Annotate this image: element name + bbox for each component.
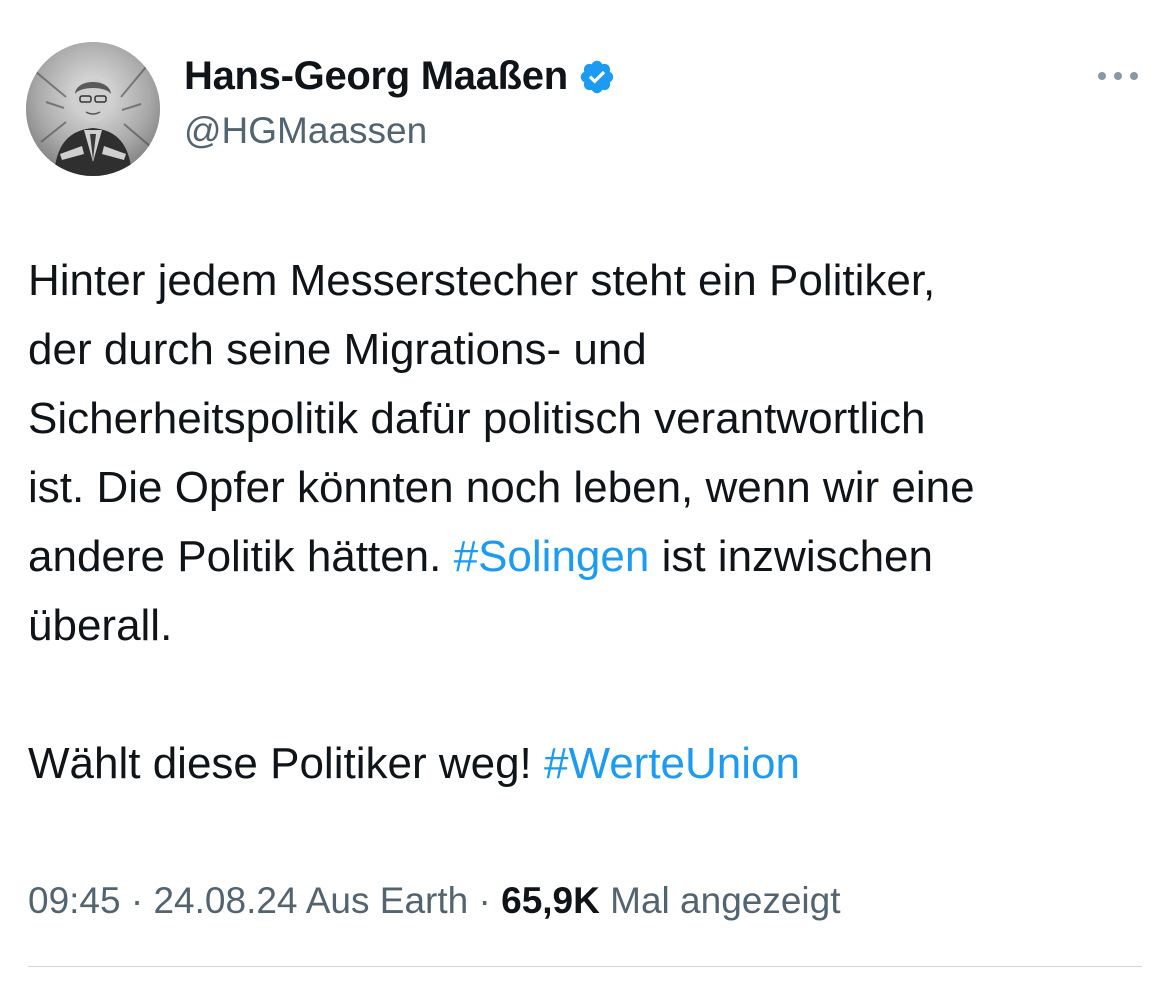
- more-options-button[interactable]: [1090, 58, 1146, 94]
- divider: [28, 966, 1142, 967]
- tweet-source: Aus Earth: [297, 880, 469, 921]
- tweet-date-link[interactable]: 24.08.24: [153, 880, 297, 921]
- more-horizontal-icon: [1098, 72, 1138, 80]
- tweet-line: überall.: [28, 601, 173, 650]
- views-count: 65,9K: [501, 880, 600, 921]
- views-label: Mal angezeigt: [599, 880, 841, 921]
- tweet-meta: 09:45 · 24.08.24 Aus Earth · 65,9K Mal a…: [28, 880, 841, 922]
- author-display-name[interactable]: Hans-Georg Maaßen: [184, 54, 568, 99]
- verified-badge-icon[interactable]: [578, 58, 616, 96]
- meta-separator: ·: [468, 880, 502, 921]
- avatar[interactable]: [26, 42, 160, 176]
- hashtag-werteunion-link[interactable]: #WerteUnion: [544, 739, 800, 788]
- tweet-line: Sicherheitspolitik dafür politisch veran…: [28, 394, 926, 443]
- meta-separator: ·: [120, 880, 154, 921]
- tweet-time-link[interactable]: 09:45: [28, 880, 121, 921]
- profile-photo-icon: [26, 42, 160, 176]
- tweet-line: der durch seine Migrations- und: [28, 325, 647, 374]
- author-handle[interactable]: @HGMaassen: [184, 110, 427, 152]
- tweet-text: Hinter jedem Messerstecher steht ein Pol…: [28, 246, 1148, 798]
- tweet-text-segment: Wählt diese Politiker weg!: [28, 739, 544, 788]
- tweet-line: ist. Die Opfer könnten noch leben, wenn …: [28, 463, 975, 512]
- tweet-line: Hinter jedem Messerstecher steht ein Pol…: [28, 256, 936, 305]
- author-name-row[interactable]: Hans-Georg Maaßen: [184, 54, 616, 99]
- hashtag-solingen-link[interactable]: #Solingen: [454, 532, 650, 581]
- tweet-text-segment: ist inzwischen: [649, 532, 934, 581]
- tweet-line: Wählt diese Politiker weg! #WerteUnion: [28, 729, 1148, 798]
- tweet-line: andere Politik hätten. #Solingen ist inz…: [28, 522, 1148, 591]
- tweet-text-segment: andere Politik hätten.: [28, 532, 454, 581]
